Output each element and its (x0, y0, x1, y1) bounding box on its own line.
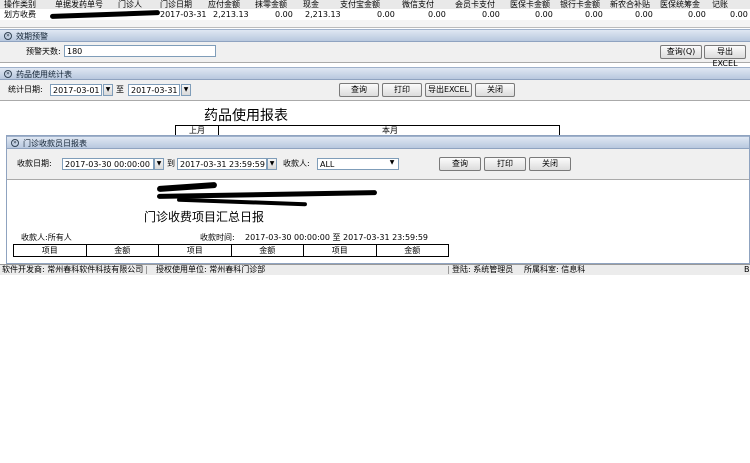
grid-col-header[interactable]: 微信支付 (402, 0, 434, 9)
clinic-time-label: 收款时间: (200, 233, 235, 242)
collapse-icon[interactable]: » (11, 139, 19, 147)
collapse-icon[interactable]: » (4, 70, 12, 78)
drug-report-title: 药品使用报表 (204, 108, 288, 124)
expiry-days-input[interactable]: 180 (64, 45, 216, 57)
status-tail: B (744, 265, 750, 274)
grid-col-header[interactable]: 银行卡金额 (560, 0, 600, 9)
grid-cell: 0.00 (688, 10, 706, 19)
grid-col-header[interactable]: 门诊人 (118, 0, 142, 9)
drug-close-button[interactable]: 关闭 (475, 83, 515, 97)
clinic-cashier-label: 收款人: (283, 159, 310, 168)
table-header-cell: 项目 (13, 244, 87, 257)
grid-cell: 0.00 (428, 10, 446, 19)
grid-col-header[interactable]: 单据发药单号 (55, 0, 103, 9)
clinic-date-to-input[interactable]: 2017-03-31 23:59:59 (177, 158, 267, 170)
grid-cell: 0.00 (482, 10, 500, 19)
clinic-to-label: 到 (167, 159, 175, 168)
expiry-export-button[interactable]: 导出EXCEL (704, 45, 746, 68)
chevron-down-icon[interactable]: ▼ (154, 158, 164, 170)
grid-col-header[interactable]: 记账 (712, 0, 728, 9)
grid-col-header[interactable]: 应付金额 (208, 0, 240, 9)
redaction-mark (176, 197, 308, 207)
clinic-date-from-input[interactable]: 2017-03-30 00:00:00 (62, 158, 154, 170)
chevron-down-icon[interactable]: ▼ (267, 158, 277, 170)
clinic-time-value: 2017-03-30 00:00:00 至 2017-03-31 23:59:5… (245, 233, 429, 242)
grid-cell: 划方收费 (4, 10, 36, 19)
grid-col-header[interactable]: 门诊日期 (160, 0, 192, 9)
table-header-cell: 项目 (158, 244, 232, 257)
status-login: 登陆: 系统管理员 (452, 265, 514, 274)
grid-col-header[interactable]: 医保统筹金 (660, 0, 700, 9)
clinic-report-table: 项目 金额 项目 金额 项目 金额 (13, 244, 449, 257)
grid-cell: 0.00 (377, 10, 395, 19)
grid-col-header[interactable]: 现金 (303, 0, 319, 9)
grid-cell: 0.00 (730, 10, 748, 19)
grid-cell: 2,213.13 (213, 10, 249, 19)
grid-col-header[interactable]: 会员卡支付 (455, 0, 495, 9)
status-bar: 软件开发商: 常州春科软件科技有限公司 授权使用单位: 常州春科门诊部 登陆: … (0, 264, 750, 275)
expiry-panel-body: 预警天数: 180 查询(Q) 导出EXCEL (0, 42, 750, 68)
expiry-panel-titlebar[interactable]: » 效期预警 (0, 29, 750, 42)
clinic-query-button[interactable]: 查询 (439, 157, 481, 171)
drug-date-to-input[interactable]: 2017-03-31 (128, 84, 180, 96)
clinic-date-label: 收款日期: (17, 159, 52, 168)
collapse-icon[interactable]: » (4, 32, 12, 40)
status-divider (146, 266, 147, 274)
table-header-cell: 金额 (85, 244, 159, 257)
status-licensee: 授权使用单位: 常州春科门诊部 (156, 265, 266, 274)
table-row: 项目 金额 项目 金额 项目 金额 (13, 244, 449, 257)
table-header-cell: 项目 (303, 244, 377, 257)
drug-date-from-input[interactable]: 2017-03-01 (50, 84, 102, 96)
clinic-panel-titlebar[interactable]: » 门诊收款员日报表 (7, 136, 749, 149)
expiry-days-label: 预警天数: (26, 47, 61, 56)
table-header-cell: 金额 (375, 244, 449, 257)
drug-toolbar: 统计日期: 2017-03-01 ▼ 至 2017-03-31 ▼ 查询 打印 … (0, 80, 750, 100)
grid-row-stub (0, 20, 750, 28)
grid-col-header[interactable]: 支付宝金额 (340, 0, 380, 9)
clinic-report-title: 门诊收费项目汇总日报 (144, 210, 265, 224)
expiry-query-button[interactable]: 查询(Q) (660, 45, 702, 59)
drug-date-label: 统计日期: (8, 85, 43, 94)
drug-print-button[interactable]: 打印 (382, 83, 422, 97)
clinic-close-button[interactable]: 关闭 (529, 157, 571, 171)
drug-export-button[interactable]: 导出EXCEL (425, 83, 472, 97)
chevron-down-icon[interactable]: ▼ (387, 158, 397, 170)
grid-col-header[interactable]: 医保卡金额 (510, 0, 550, 9)
drug-panel-titlebar[interactable]: » 药品使用统计表 (0, 67, 750, 80)
grid-col-header[interactable]: 操作类别 (4, 0, 36, 9)
grid-cell: 2017-03-31 (160, 10, 207, 19)
grid-col-header[interactable]: 抹零金额 (255, 0, 287, 9)
clinic-payee-text: 收款人:所有人 (21, 233, 72, 242)
grid-cell: 0.00 (585, 10, 603, 19)
status-developer: 软件开发商: 常州春科软件科技有限公司 (2, 265, 144, 274)
chevron-down-icon[interactable]: ▼ (103, 84, 113, 96)
table-header-cell: 金额 (230, 244, 304, 257)
clinic-toolbar: 收款日期: 2017-03-30 00:00:00 ▼ 到 2017-03-31… (7, 149, 749, 180)
drug-report-area: 药品使用报表 上月 本月 (0, 100, 750, 136)
chevron-down-icon[interactable]: ▼ (181, 84, 191, 96)
clinic-window: » 门诊收款员日报表 收款日期: 2017-03-30 00:00:00 ▼ 到… (6, 135, 750, 264)
status-divider (448, 266, 449, 274)
grid-cell: 0.00 (635, 10, 653, 19)
grid-col-header[interactable]: 新农合补贴 (610, 0, 650, 9)
grid-cell: 0.00 (535, 10, 553, 19)
drug-query-button[interactable]: 查询 (339, 83, 379, 97)
status-dept: 所属科室: 信息科 (524, 265, 586, 274)
grid-cell: 0.00 (275, 10, 293, 19)
drug-to-label: 至 (116, 85, 124, 94)
redaction-mark (156, 181, 218, 193)
clinic-print-button[interactable]: 打印 (484, 157, 526, 171)
grid-cell: 2,213.13 (305, 10, 341, 19)
